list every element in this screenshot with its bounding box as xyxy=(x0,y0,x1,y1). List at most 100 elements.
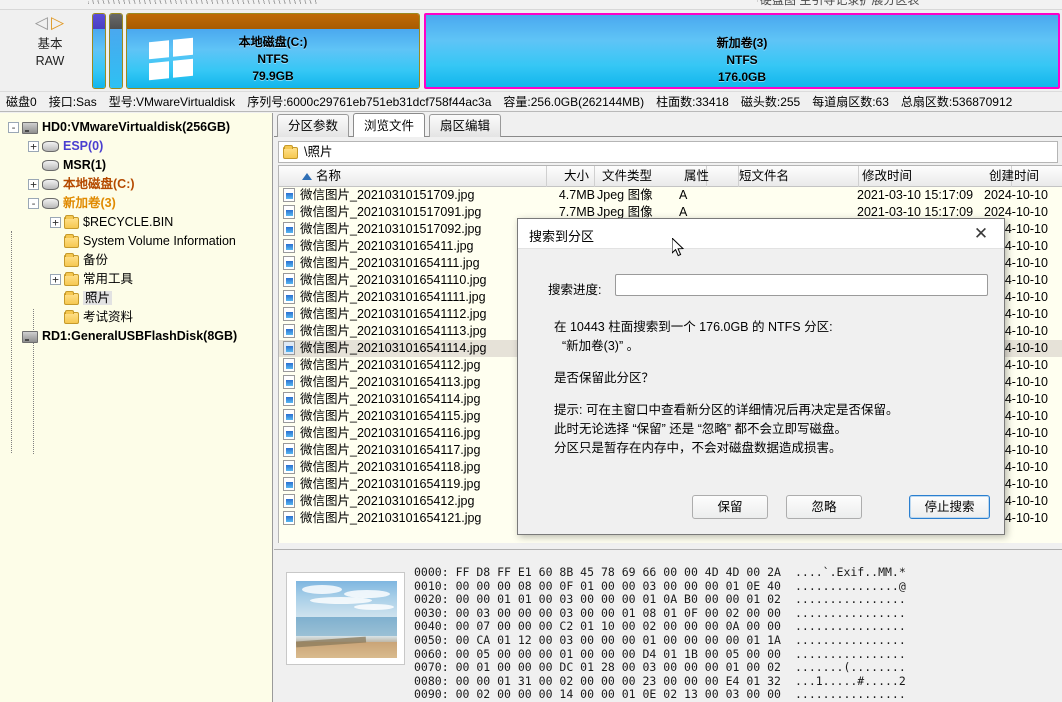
dialog-line-hint3: 分区只是暂存在内存中，不会对磁盘数据造成损害。 xyxy=(554,439,984,458)
hex-dump-viewer[interactable]: 0000: FF D8 FF E1 60 8B 45 78 69 66 00 0… xyxy=(414,566,1054,698)
disk-map-nav[interactable]: ◁▷ xyxy=(22,14,80,31)
tree-item[interactable]: -HD0:VMwareVirtualdisk(256GB) xyxy=(6,118,272,137)
column-header[interactable]: 属性 xyxy=(679,166,739,187)
partition-cap xyxy=(127,14,419,29)
column-header[interactable]: 短文件名 xyxy=(734,166,859,187)
jpeg-file-icon xyxy=(283,256,295,270)
prev-disk-icon[interactable]: ◁ xyxy=(35,13,51,32)
tree-item[interactable]: -新加卷(3) xyxy=(6,194,272,213)
partition-block-msr[interactable] xyxy=(109,13,123,89)
tree-item[interactable]: +常用工具 xyxy=(6,270,272,289)
cell-name: 微信图片_2021031016541111.jpg xyxy=(283,289,533,306)
folder-icon xyxy=(283,147,298,159)
hex-offset: 0050: xyxy=(414,633,449,647)
tab-bar[interactable]: 分区参数浏览文件扇区编辑 xyxy=(274,113,1062,137)
volume-icon xyxy=(42,179,59,190)
tree-item[interactable]: +$RECYCLE.BIN xyxy=(6,213,272,232)
cell-name: 微信图片_202103101517091.jpg xyxy=(283,204,533,221)
file-name: 微信图片_20210310165412.jpg xyxy=(300,494,474,508)
dialog-line-question: 是否保留此分区？ xyxy=(554,369,984,388)
path-bar[interactable]: \照片 xyxy=(278,141,1058,163)
tree-item[interactable]: 照片 xyxy=(6,289,272,308)
close-icon[interactable]: ✕ xyxy=(964,222,998,246)
device-tree[interactable]: -HD0:VMwareVirtualdisk(256GB)+ESP(0)MSR(… xyxy=(0,113,272,346)
ignore-partition-button[interactable]: 忽略 xyxy=(786,495,862,519)
hex-row[interactable]: 0090: 00 02 00 00 00 14 00 00 01 0E 02 1… xyxy=(414,688,1054,698)
cloud-shape xyxy=(310,597,372,604)
cell-name: 微信图片_202103101654117.jpg xyxy=(283,442,533,459)
tree-spacer xyxy=(50,255,61,266)
cell-name: 微信图片_202103101654111.jpg xyxy=(283,255,533,272)
tab-0[interactable]: 分区参数 xyxy=(277,114,349,137)
hex-bytes: 00 00 00 08 00 0F 01 00 00 03 00 00 00 0… xyxy=(456,579,781,593)
hex-bytes: 00 CA 01 12 00 03 00 00 00 01 00 00 00 0… xyxy=(456,633,781,647)
disk-interface: 接口:Sas xyxy=(49,95,97,109)
column-header[interactable]: 创建时间 xyxy=(984,166,1062,187)
file-list-header[interactable]: 名称大小文件类型属性短文件名修改时间创建时间 xyxy=(279,166,1062,187)
file-name: 微信图片_202103101654115.jpg xyxy=(300,409,480,423)
tree-spacer xyxy=(50,293,61,304)
dialog-button-row: 保留 忽略 停止搜索 xyxy=(518,495,1006,519)
found-partition-dialog[interactable]: 搜索到分区 ✕ 搜索进度: 在 10443 柱面搜索到一个 176.0GB 的 … xyxy=(517,218,1005,535)
expand-icon[interactable]: + xyxy=(28,179,39,190)
tree-item[interactable]: System Volume Information xyxy=(6,232,272,251)
tree-spacer xyxy=(50,236,61,247)
jpeg-file-icon xyxy=(283,307,295,321)
tree-item[interactable]: MSR(1) xyxy=(6,156,272,175)
expand-icon[interactable]: + xyxy=(28,141,39,152)
hex-row[interactable]: 0080: 00 00 01 31 00 02 00 00 00 23 00 0… xyxy=(414,675,1054,689)
hex-row[interactable]: 0050: 00 CA 01 12 00 03 00 00 00 01 00 0… xyxy=(414,634,1054,648)
jpeg-file-icon xyxy=(283,273,295,287)
tab-1[interactable]: 浏览文件 xyxy=(353,113,425,137)
partition-block-c[interactable]: 本地磁盘(C:) NTFS 79.9GB xyxy=(126,13,420,89)
volume-icon xyxy=(42,160,59,171)
cell-name: 微信图片_2021031016541114.jpg xyxy=(283,340,533,357)
hex-row[interactable]: 0020: 00 00 01 01 00 03 00 00 00 01 0A B… xyxy=(414,593,1054,607)
cell-name: 微信图片_202103101517092.jpg xyxy=(283,221,533,238)
file-name: 微信图片_2021031016541112.jpg xyxy=(300,307,486,321)
keep-partition-button[interactable]: 保留 xyxy=(692,495,768,519)
hex-row[interactable]: 0070: 00 01 00 00 00 DC 01 28 00 03 00 0… xyxy=(414,661,1054,675)
jpeg-file-icon xyxy=(283,426,295,440)
hex-ascii: ................ xyxy=(795,592,906,606)
file-name: 微信图片_202103101654113.jpg xyxy=(300,375,480,389)
tree-item[interactable]: +ESP(0) xyxy=(6,137,272,156)
tree-item[interactable]: +本地磁盘(C:) xyxy=(6,175,272,194)
hex-row[interactable]: 0060: 00 05 00 00 00 01 00 00 00 D4 01 1… xyxy=(414,648,1054,662)
tree-item[interactable]: 备份 xyxy=(6,251,272,270)
hex-row[interactable]: 0030: 00 03 00 00 00 03 00 00 01 08 01 0… xyxy=(414,607,1054,621)
hex-row[interactable]: 0040: 00 07 00 00 00 C2 01 10 00 02 00 0… xyxy=(414,620,1054,634)
table-row[interactable]: 微信图片_20210310151709.jpg4.7MBJpeg 图像A2021… xyxy=(279,187,1062,204)
expand-icon[interactable]: + xyxy=(50,274,61,285)
partition-name: 新加卷(3) xyxy=(426,35,1058,52)
dialog-titlebar[interactable]: 搜索到分区 ✕ xyxy=(518,219,1004,249)
stop-search-button[interactable]: 停止搜索 xyxy=(909,495,990,519)
tree-item-label: System Volume Information xyxy=(83,234,236,248)
dialog-line-hint1: 提示: 可在主窗口中查看新分区的详细情况后再决定是否保留。 xyxy=(554,401,984,420)
tab-2[interactable]: 扇区编辑 xyxy=(429,114,501,137)
partition-block-esp[interactable] xyxy=(92,13,106,89)
collapse-icon[interactable]: - xyxy=(8,122,19,133)
collapse-icon[interactable]: - xyxy=(28,198,39,209)
partition-size: 176.0GB xyxy=(426,69,1058,86)
cell-name: 微信图片_202103101654119.jpg xyxy=(283,476,533,493)
partition-block-new-volume[interactable]: 新加卷(3) NTFS 176.0GB xyxy=(424,13,1060,89)
hex-row[interactable]: 0010: 00 00 00 08 00 0F 01 00 00 03 00 0… xyxy=(414,580,1054,594)
expand-icon[interactable]: + xyxy=(50,217,61,228)
image-thumbnail-frame[interactable] xyxy=(286,572,405,665)
disk-model: 型号:VMwareVirtualdisk xyxy=(109,95,235,109)
hex-offset: 0020: xyxy=(414,592,449,606)
jpeg-file-icon xyxy=(283,494,295,508)
file-name: 微信图片_202103101654119.jpg xyxy=(300,477,480,491)
next-disk-icon[interactable]: ▷ xyxy=(51,13,67,32)
column-header[interactable]: 大小 xyxy=(515,166,595,187)
hex-ascii: ................ xyxy=(795,687,906,698)
beach-photo-thumbnail xyxy=(296,581,397,658)
device-tree-panel[interactable]: -HD0:VMwareVirtualdisk(256GB)+ESP(0)MSR(… xyxy=(0,113,273,702)
hex-row[interactable]: 0000: FF D8 FF E1 60 8B 45 78 69 66 00 0… xyxy=(414,566,1054,580)
tree-item[interactable]: RD1:GeneralUSBFlashDisk(8GB) xyxy=(6,327,272,346)
toolbar-label: 硬盘图 主引导记录扩展分区表 xyxy=(760,0,919,8)
column-header[interactable]: 名称 xyxy=(297,166,547,187)
hex-offset: 0040: xyxy=(414,619,449,633)
tree-item[interactable]: 考试资料 xyxy=(6,308,272,327)
